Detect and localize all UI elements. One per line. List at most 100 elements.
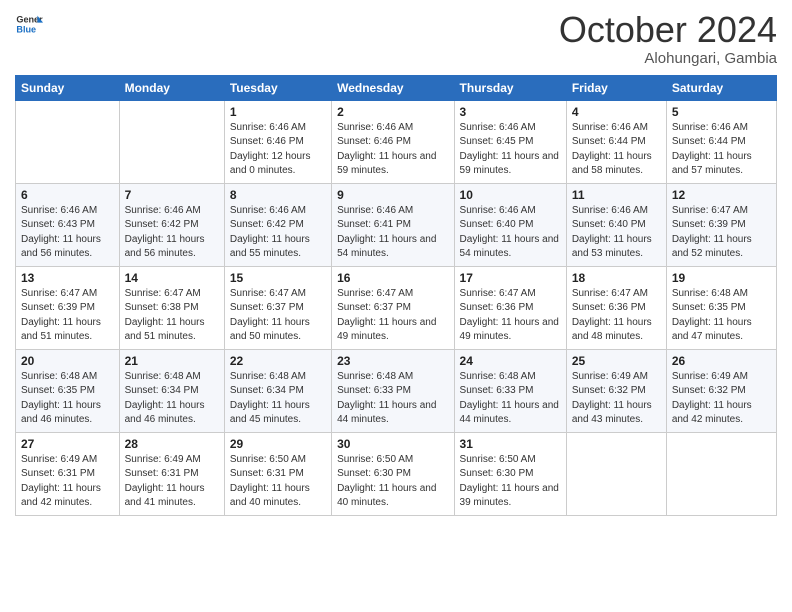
day-number: 3: [460, 105, 561, 119]
logo: General Blue: [15, 10, 45, 38]
day-number: 6: [21, 188, 114, 202]
day-detail: Sunrise: 6:47 AM Sunset: 6:39 PM Dayligh…: [672, 204, 771, 262]
day-number: 15: [230, 271, 326, 285]
day-detail: Sunrise: 6:48 AM Sunset: 6:33 PM Dayligh…: [460, 370, 561, 428]
day-detail: Sunrise: 6:46 AM Sunset: 6:40 PM Dayligh…: [460, 204, 561, 262]
day-detail: Sunrise: 6:48 AM Sunset: 6:34 PM Dayligh…: [125, 370, 219, 428]
day-detail: Sunrise: 6:46 AM Sunset: 6:40 PM Dayligh…: [572, 204, 661, 262]
day-detail: Sunrise: 6:48 AM Sunset: 6:35 PM Dayligh…: [21, 370, 114, 428]
day-cell: 13 Sunrise: 6:47 AM Sunset: 6:39 PM Dayli…: [16, 266, 120, 349]
col-header-monday: Monday: [119, 75, 224, 100]
calendar-table: SundayMondayTuesdayWednesdayThursdayFrid…: [15, 75, 777, 516]
title-block: October 2024 Alohungari, Gambia: [559, 10, 777, 67]
week-row-2: 6 Sunrise: 6:46 AM Sunset: 6:43 PM Daylig…: [16, 183, 777, 266]
day-number: 1: [230, 105, 326, 119]
day-number: 23: [337, 354, 448, 368]
day-number: 31: [460, 437, 561, 451]
day-number: 7: [125, 188, 219, 202]
day-number: 25: [572, 354, 661, 368]
day-number: 14: [125, 271, 219, 285]
day-number: 16: [337, 271, 448, 285]
day-detail: Sunrise: 6:46 AM Sunset: 6:46 PM Dayligh…: [230, 121, 326, 179]
day-number: 12: [672, 188, 771, 202]
day-number: 29: [230, 437, 326, 451]
day-detail: Sunrise: 6:47 AM Sunset: 6:37 PM Dayligh…: [230, 287, 326, 345]
day-cell: 26 Sunrise: 6:49 AM Sunset: 6:32 PM Dayli…: [666, 349, 776, 432]
day-cell: [666, 432, 776, 515]
day-detail: Sunrise: 6:47 AM Sunset: 6:36 PM Dayligh…: [460, 287, 561, 345]
day-cell: 31 Sunrise: 6:50 AM Sunset: 6:30 PM Dayli…: [454, 432, 566, 515]
day-detail: Sunrise: 6:48 AM Sunset: 6:33 PM Dayligh…: [337, 370, 448, 428]
day-number: 21: [125, 354, 219, 368]
day-number: 5: [672, 105, 771, 119]
day-number: 30: [337, 437, 448, 451]
day-detail: Sunrise: 6:46 AM Sunset: 6:42 PM Dayligh…: [125, 204, 219, 262]
week-row-5: 27 Sunrise: 6:49 AM Sunset: 6:31 PM Dayli…: [16, 432, 777, 515]
day-cell: 22Sunrise: 6:48 AM Sunset: 6:34 PM Dayli…: [224, 349, 331, 432]
header-row: SundayMondayTuesdayWednesdayThursdayFrid…: [16, 75, 777, 100]
day-detail: Sunrise: 6:50 AM Sunset: 6:30 PM Dayligh…: [337, 453, 448, 511]
day-cell: 1 Sunrise: 6:46 AM Sunset: 6:46 PM Daylig…: [224, 100, 331, 183]
day-cell: 24 Sunrise: 6:48 AM Sunset: 6:33 PM Dayli…: [454, 349, 566, 432]
day-number: 24: [460, 354, 561, 368]
day-number: 28: [125, 437, 219, 451]
day-number: 22: [230, 354, 326, 368]
day-cell: [566, 432, 666, 515]
day-detail: Sunrise: 6:46 AM Sunset: 6:41 PM Dayligh…: [337, 204, 448, 262]
day-cell: 30 Sunrise: 6:50 AM Sunset: 6:30 PM Dayli…: [332, 432, 454, 515]
day-cell: 20 Sunrise: 6:48 AM Sunset: 6:35 PM Dayli…: [16, 349, 120, 432]
day-number: 10: [460, 188, 561, 202]
day-number: 13: [21, 271, 114, 285]
day-cell: 19 Sunrise: 6:48 AM Sunset: 6:35 PM Dayli…: [666, 266, 776, 349]
day-number: 4: [572, 105, 661, 119]
day-detail: Sunrise: 6:46 AM Sunset: 6:43 PM Dayligh…: [21, 204, 114, 262]
day-detail: Sunrise: 6:49 AM Sunset: 6:32 PM Dayligh…: [672, 370, 771, 428]
day-detail: Sunrise: 6:47 AM Sunset: 6:36 PM Dayligh…: [572, 287, 661, 345]
day-cell: 10 Sunrise: 6:46 AM Sunset: 6:40 PM Dayli…: [454, 183, 566, 266]
week-row-4: 20 Sunrise: 6:48 AM Sunset: 6:35 PM Dayli…: [16, 349, 777, 432]
col-header-thursday: Thursday: [454, 75, 566, 100]
day-cell: 16 Sunrise: 6:47 AM Sunset: 6:37 PM Dayli…: [332, 266, 454, 349]
day-detail: Sunrise: 6:46 AM Sunset: 6:44 PM Dayligh…: [672, 121, 771, 179]
day-cell: 11 Sunrise: 6:46 AM Sunset: 6:40 PM Dayli…: [566, 183, 666, 266]
week-row-3: 13 Sunrise: 6:47 AM Sunset: 6:39 PM Dayli…: [16, 266, 777, 349]
day-cell: 23 Sunrise: 6:48 AM Sunset: 6:33 PM Dayli…: [332, 349, 454, 432]
svg-text:Blue: Blue: [16, 24, 36, 34]
day-cell: 17 Sunrise: 6:47 AM Sunset: 6:36 PM Dayli…: [454, 266, 566, 349]
day-number: 26: [672, 354, 771, 368]
day-detail: Sunrise: 6:49 AM Sunset: 6:31 PM Dayligh…: [125, 453, 219, 511]
month-title: October 2024: [559, 10, 777, 50]
day-cell: 29 Sunrise: 6:50 AM Sunset: 6:31 PM Dayli…: [224, 432, 331, 515]
day-cell: 8 Sunrise: 6:46 AM Sunset: 6:42 PM Daylig…: [224, 183, 331, 266]
day-cell: 18Sunrise: 6:47 AM Sunset: 6:36 PM Dayli…: [566, 266, 666, 349]
day-number: 2: [337, 105, 448, 119]
day-detail: Sunrise: 6:49 AM Sunset: 6:32 PM Dayligh…: [572, 370, 661, 428]
day-detail: Sunrise: 6:50 AM Sunset: 6:30 PM Dayligh…: [460, 453, 561, 511]
subtitle: Alohungari, Gambia: [559, 50, 777, 67]
day-cell: 4Sunrise: 6:46 AM Sunset: 6:44 PM Daylig…: [566, 100, 666, 183]
day-detail: Sunrise: 6:50 AM Sunset: 6:31 PM Dayligh…: [230, 453, 326, 511]
day-cell: [16, 100, 120, 183]
day-detail: Sunrise: 6:47 AM Sunset: 6:37 PM Dayligh…: [337, 287, 448, 345]
page: General Blue October 2024 Alohungari, Ga…: [0, 0, 792, 612]
day-cell: 28 Sunrise: 6:49 AM Sunset: 6:31 PM Dayli…: [119, 432, 224, 515]
day-cell: 5 Sunrise: 6:46 AM Sunset: 6:44 PM Daylig…: [666, 100, 776, 183]
day-cell: 7 Sunrise: 6:46 AM Sunset: 6:42 PM Daylig…: [119, 183, 224, 266]
day-cell: 3Sunrise: 6:46 AM Sunset: 6:45 PM Daylig…: [454, 100, 566, 183]
day-cell: [119, 100, 224, 183]
day-detail: Sunrise: 6:47 AM Sunset: 6:39 PM Dayligh…: [21, 287, 114, 345]
day-number: 17: [460, 271, 561, 285]
day-detail: Sunrise: 6:46 AM Sunset: 6:42 PM Dayligh…: [230, 204, 326, 262]
day-number: 19: [672, 271, 771, 285]
day-number: 8: [230, 188, 326, 202]
logo-icon: General Blue: [15, 10, 43, 38]
day-detail: Sunrise: 6:48 AM Sunset: 6:35 PM Dayligh…: [672, 287, 771, 345]
day-cell: 21 Sunrise: 6:48 AM Sunset: 6:34 PM Dayli…: [119, 349, 224, 432]
day-cell: 27Sunrise: 6:49 AM Sunset: 6:31 PM Dayli…: [16, 432, 120, 515]
col-header-wednesday: Wednesday: [332, 75, 454, 100]
col-header-saturday: Saturday: [666, 75, 776, 100]
header: General Blue October 2024 Alohungari, Ga…: [15, 10, 777, 67]
day-number: 11: [572, 188, 661, 202]
day-number: 20: [21, 354, 114, 368]
day-number: 27: [21, 437, 114, 451]
